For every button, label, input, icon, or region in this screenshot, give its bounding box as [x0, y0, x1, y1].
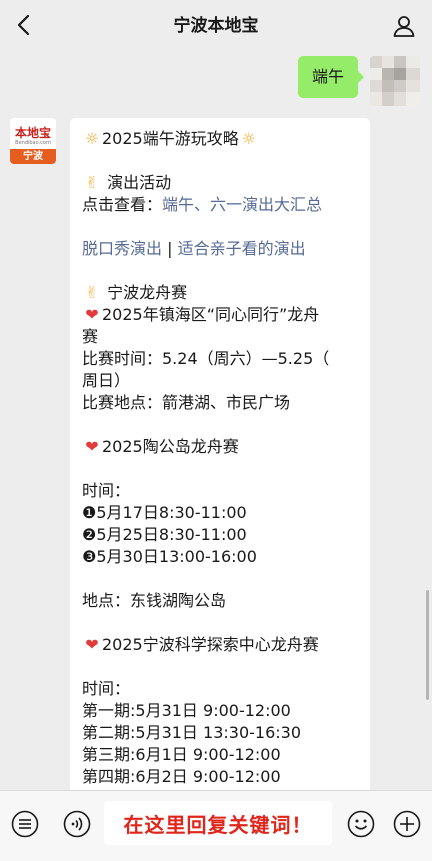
bottom-input-bar: 在这里回复关键词！ [0, 790, 432, 861]
msg-line-title: 2025端午游玩攻略 [102, 129, 239, 148]
msg-line-phase-4: 第四期:6月2日 9:00-12:00 [82, 767, 281, 786]
smiley-icon [347, 810, 375, 838]
msg-line-taogong: 2025陶公岛龙舟赛 [102, 437, 239, 456]
voice-icon [63, 810, 91, 838]
menu-button[interactable] [10, 809, 40, 839]
msg-line-zhenhai: 2025年镇海区“同心同行”龙舟 [102, 305, 320, 324]
input-hint: 在这里回复关键词！ [123, 812, 313, 837]
account-avatar[interactable]: 本地宝 Bendibao.com 宁波 [10, 118, 56, 164]
sun-icon: ☼ [241, 129, 256, 148]
msg-line-match-place: 比赛地点：箭港湖、市民广场 [82, 393, 291, 412]
sun-icon: ☼ [84, 129, 100, 148]
menu-list-icon [11, 810, 39, 838]
msg-line-zhenhai-cont: 赛 [82, 327, 99, 346]
msg-line-phase-2: 第二期:5月31日 13:30-16:30 [82, 723, 302, 742]
msg-line-performances: 演出活动 [107, 173, 172, 192]
page-title: 宁波本地宝 [173, 16, 259, 36]
top-bar: 宁波本地宝 [0, 0, 432, 52]
msg-line-dragon-boat: 宁波龙舟赛 [107, 283, 188, 302]
message-input[interactable]: 在这里回复关键词！ [104, 801, 332, 845]
heart-icon: ❤ [85, 437, 99, 456]
msg-line-click-prefix: 点击查看： [82, 195, 163, 214]
logo-url-text: Bendibao.com [15, 140, 51, 146]
msg-line-phase-3: 第三期:6月1日 9:00-12:00 [82, 745, 281, 764]
msg-line-session-3: ❸5月30日13:00-16:00 [82, 547, 257, 566]
logo-city-text: 宁波 [10, 149, 56, 164]
msg-line-location: 地点：东钱湖陶公岛 [82, 591, 227, 610]
msg-line-session-1: ❶5月17日8:30-11:00 [82, 503, 247, 522]
profile-button[interactable] [390, 12, 418, 40]
msg-line-science-center: 2025宁波科学探索中心龙舟赛 [102, 635, 319, 654]
link-separator: | [162, 239, 178, 258]
msg-line-match-time: 比赛时间：5.24（周六）—5.25（ [82, 349, 330, 368]
person-icon [393, 16, 415, 37]
heart-icon: ❤ [85, 635, 99, 654]
msg-line-match-time-cont: 周日） [82, 371, 131, 390]
msg-line-phase-1: 第一期:5月31日 9:00-12:00 [82, 701, 291, 720]
outgoing-message[interactable]: 端午 [298, 56, 365, 98]
more-button[interactable] [392, 809, 422, 839]
link-talk-show[interactable]: 脱口秀演出 [82, 239, 162, 258]
my-avatar[interactable] [370, 56, 420, 106]
msg-line-time-label-2: 时间： [82, 679, 131, 698]
outgoing-message-text: 端午 [312, 67, 345, 86]
link-performance-summary[interactable]: 端午、六一演出大汇总 [162, 195, 322, 214]
victory-hand-icon: ✌ [85, 173, 99, 192]
plus-icon [393, 810, 421, 838]
msg-line-time-label: 时间： [82, 481, 131, 500]
link-family-shows[interactable]: 适合亲子看的演出 [178, 239, 306, 258]
incoming-message: ☼ 2025端午游玩攻略 ☼ ✌ 演出活动 点击查看：端午、六一演出大汇总 脱口秀演… [70, 118, 370, 818]
msg-line-session-2: ❷5月25日8:30-11:00 [82, 525, 247, 544]
heart-icon: ❤ [85, 305, 99, 324]
scrollbar[interactable] [426, 590, 429, 700]
emoji-button[interactable] [346, 809, 376, 839]
logo-brand-text: 本地宝 [14, 126, 51, 140]
voice-button[interactable] [62, 809, 92, 839]
blurred-avatar-image [370, 56, 420, 106]
victory-hand-icon: ✌ [85, 283, 99, 302]
